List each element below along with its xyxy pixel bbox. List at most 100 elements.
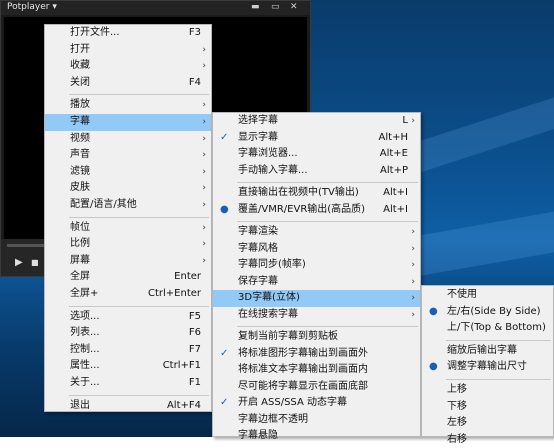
menu-separator	[69, 216, 209, 218]
menu-item-shortcut: F6	[188, 327, 201, 339]
menu-item-label: 打开	[70, 43, 90, 55]
main-menu-item-12[interactable]: 配置/语言/其他 ›	[45, 197, 211, 214]
subtitle-menu-item-22[interactable]: 字幕悬隐	[213, 428, 420, 445]
chevron-right-icon: ›	[202, 200, 206, 210]
subtitle-menu-item-18[interactable]: 将标准文本字幕输出到画面内	[213, 362, 420, 379]
main-menu-item-7[interactable]: 字幕 ›	[45, 114, 211, 131]
stereo-menu-item-9[interactable]: 下移	[422, 399, 553, 416]
menu-item-label: 覆盖/VMR/EVR输出(高品质)	[238, 203, 366, 215]
stereo-menu-item-6[interactable]: ● 调整字幕输出尺寸	[422, 359, 553, 376]
menu-item-shortcut: F7	[188, 343, 201, 355]
subtitle-menu-item-4[interactable]: 手动输入字幕... Alt+P	[213, 163, 420, 180]
main-menu-item-17[interactable]: 全屏 Enter	[45, 269, 211, 286]
stop-icon[interactable]: ■	[31, 258, 39, 267]
menu-item-label: 上/下(Top & Bottom)	[447, 322, 546, 334]
main-menu-item-11[interactable]: 皮肤 ›	[45, 180, 211, 197]
chevron-right-icon: ›	[202, 117, 206, 127]
main-menu-item-6[interactable]: 播放 ›	[45, 97, 211, 114]
subtitle-menu-item-21[interactable]: 字幕边框不透明	[213, 412, 420, 429]
minimize-icon[interactable]: ▬	[251, 2, 260, 12]
menu-separator	[237, 182, 418, 183]
menu-item-label: 手动输入字幕...	[238, 164, 308, 176]
menu-item-label: 3D字幕(立体)	[238, 292, 300, 303]
menu-item-label: 不使用	[447, 289, 477, 300]
menu-separator	[446, 379, 551, 380]
context-menu: 打开文件... F3 打开 › 收藏 › 关闭 F4 播放 › 字幕 › 视频 › 声音 › 滤镜 › 皮肤 › 配置/…	[44, 24, 212, 412]
stereo-menu-item-10[interactable]: 左移	[422, 415, 553, 432]
subtitle-menu-item-17[interactable]: ✓ 将标准图形字幕输出到画面外	[213, 346, 420, 363]
subtitle-menu-item-1[interactable]: 选择字幕 L ›	[213, 113, 420, 130]
main-menu-item-9[interactable]: 声音 ›	[45, 147, 211, 164]
menu-item-label: 滤镜	[70, 165, 90, 177]
menu-item-label: 字幕悬隐	[238, 430, 278, 441]
subtitle-menu-item-20[interactable]: ✓ 开启 ASS/SSA 动态字幕	[213, 395, 420, 412]
subtitle-menu-item-6[interactable]: 直接输出在视频中(TV输出) Alt+I	[213, 185, 420, 202]
main-menu-item-22[interactable]: 控制... F7	[45, 342, 211, 359]
menu-item-label: 尽可能将字幕显示在画面底部	[238, 380, 368, 392]
main-menu-item-2[interactable]: 打开 ›	[45, 42, 211, 59]
menu-item-label: 关闭	[70, 76, 90, 88]
main-menu-item-14[interactable]: 帧位 ›	[45, 220, 211, 237]
chevron-right-icon: ›	[202, 150, 206, 161]
menu-item-label: 字幕渲染	[238, 226, 278, 237]
stereo-menu-item-11[interactable]: 右移	[422, 432, 553, 448]
subtitle-menu-item-9[interactable]: 字幕渲染 ›	[213, 224, 420, 241]
menu-item-shortcut: Ctrl+F1	[162, 360, 201, 372]
seek-bar[interactable]	[7, 244, 45, 247]
chevron-right-icon: ›	[202, 133, 206, 144]
stereo-menu-item-1[interactable]: 不使用	[422, 287, 553, 304]
stereo-menu-item-2[interactable]: ● 左/右(Side By Side)	[422, 304, 553, 321]
main-menu-item-20[interactable]: 选项... F5	[45, 309, 211, 326]
main-menu-item-1[interactable]: 打开文件... F3	[45, 25, 211, 42]
menu-separator	[69, 94, 209, 96]
main-menu-item-3[interactable]: 收藏 ›	[45, 58, 211, 75]
menu-item-shortcut: Alt+H	[378, 131, 408, 143]
chevron-right-icon: ›	[202, 255, 206, 266]
menu-item-label: 左移	[447, 417, 467, 429]
checkmark-icon: ✓	[220, 347, 229, 359]
subtitle-menu-item-11[interactable]: 字幕同步(帧率) ›	[213, 257, 420, 274]
main-menu-item-15[interactable]: 比例 ›	[45, 236, 211, 253]
main-menu-item-21[interactable]: 列表... F6	[45, 325, 211, 342]
chevron-right-icon: ›	[202, 222, 206, 233]
checkmark-icon: ✓	[220, 131, 229, 143]
subtitle-menu-item-13[interactable]: 3D字幕(立体) ›	[213, 290, 420, 307]
menu-separator	[69, 305, 209, 307]
stereo-menu-item-3[interactable]: 上/下(Top & Bottom)	[422, 320, 553, 337]
subtitle-menu-item-3[interactable]: 字幕浏览器... Alt+E	[213, 146, 420, 163]
main-menu-item-16[interactable]: 屏幕 ›	[45, 253, 211, 270]
chevron-right-icon: ›	[411, 309, 415, 320]
play-icon[interactable]: ▶	[15, 257, 23, 268]
main-menu-item-4[interactable]: 关闭 F4	[45, 75, 211, 92]
stereo-menu-item-8[interactable]: 上移	[422, 382, 553, 399]
main-menu-item-24[interactable]: 关于... F1	[45, 375, 211, 392]
app-title[interactable]: Potplayer ▾	[7, 2, 57, 12]
menu-item-shortcut: Alt+E	[379, 148, 408, 159]
main-menu-item-23[interactable]: 属性... Ctrl+F1	[45, 358, 211, 375]
player-titlebar[interactable]: Potplayer ▾ ▬ ▭ ✕	[1, 1, 310, 15]
main-menu-item-18[interactable]: 全屏+ Ctrl+Enter	[45, 286, 211, 303]
subtitle-menu-item-10[interactable]: 字幕风格 ›	[213, 241, 420, 258]
chevron-right-icon: ›	[411, 276, 415, 287]
menu-separator	[69, 394, 209, 396]
stereo-menu-item-5[interactable]: 缩放后输出字幕	[422, 343, 553, 360]
subtitle-menu-item-7[interactable]: ● 覆盖/VMR/EVR输出(高品质) Alt+I	[213, 202, 420, 219]
menu-item-label: 视频	[70, 132, 90, 144]
subtitle-menu-item-19[interactable]: 尽可能将字幕显示在画面底部	[213, 379, 420, 396]
menu-item-label: 帧位	[70, 221, 90, 233]
subtitle-menu-item-14[interactable]: 在线搜索字幕 ›	[213, 307, 420, 324]
maximize-icon[interactable]: ▭	[271, 2, 280, 12]
subtitle-menu-item-16[interactable]: 复制当前字幕到剪贴板	[213, 329, 420, 346]
main-menu-item-26[interactable]: 退出 Alt+F4	[45, 398, 211, 415]
chevron-right-icon: ›	[411, 243, 415, 254]
radio-dot-icon: ●	[429, 361, 438, 373]
menu-item-label: 显示字幕	[238, 131, 278, 143]
close-icon[interactable]: ✕	[290, 2, 298, 12]
menu-item-shortcut: Alt+P	[380, 164, 408, 176]
subtitle-menu-item-12[interactable]: 保存字幕 ›	[213, 274, 420, 291]
main-menu-item-8[interactable]: 视频 ›	[45, 131, 211, 148]
subtitle-menu-item-2[interactable]: ✓ 显示字幕 Alt+H	[213, 130, 420, 147]
menu-item-shortcut: Enter	[174, 271, 201, 283]
main-menu-item-10[interactable]: 滤镜 ›	[45, 164, 211, 181]
chevron-right-icon: ›	[411, 116, 415, 126]
